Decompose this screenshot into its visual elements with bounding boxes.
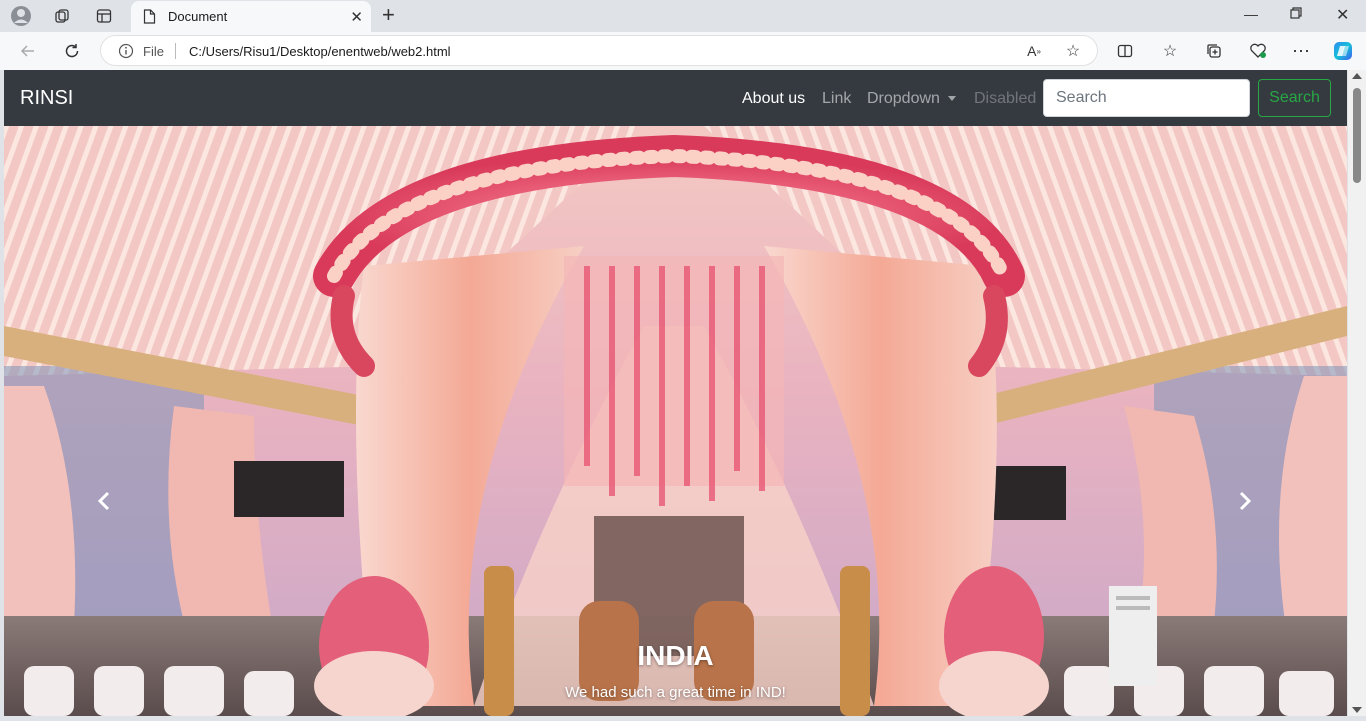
nav-link-link[interactable]: Link xyxy=(822,90,851,108)
scroll-up-icon[interactable] xyxy=(1352,73,1362,79)
scrollbar-thumb[interactable] xyxy=(1353,88,1361,183)
page-viewport: RINSI About us Link Dropdown Disabled Se… xyxy=(4,70,1347,716)
search-input[interactable] xyxy=(1043,79,1250,117)
browser-essentials-icon[interactable] xyxy=(1246,39,1270,63)
workspaces-icon[interactable] xyxy=(51,5,73,27)
navbar: RINSI About us Link Dropdown Disabled Se… xyxy=(4,70,1347,126)
tab-document[interactable]: Document ✕ xyxy=(131,1,371,32)
back-icon[interactable] xyxy=(16,39,40,63)
carousel-next-icon[interactable] xyxy=(1230,486,1260,516)
split-screen-icon[interactable] xyxy=(1113,39,1137,63)
address-scheme: File xyxy=(143,44,164,59)
browser-toolbar: File C:/Users/Risu1/Desktop/enentweb/web… xyxy=(0,32,1366,70)
minimize-icon[interactable]: — xyxy=(1244,6,1258,22)
site-info-icon[interactable] xyxy=(118,43,134,64)
favorites-icon[interactable]: ☆ xyxy=(1158,39,1182,63)
address-url[interactable]: C:/Users/Risu1/Desktop/enentweb/web2.htm… xyxy=(189,44,451,59)
nav-link-disabled: Disabled xyxy=(974,90,1037,107)
carousel-prev-icon[interactable] xyxy=(89,486,119,516)
nav-dropdown[interactable]: Dropdown xyxy=(867,90,957,108)
address-divider xyxy=(175,43,176,59)
carousel-caption-title: INDIA xyxy=(637,640,714,671)
page-scrollbar[interactable] xyxy=(1348,70,1366,716)
document-icon xyxy=(143,9,156,29)
nav-dropdown-label: Dropdown xyxy=(867,90,940,107)
carousel-image xyxy=(4,126,1347,716)
more-options-icon[interactable]: ⋯ xyxy=(1289,39,1313,63)
navbar-brand[interactable]: RINSI xyxy=(20,87,73,110)
tab-title: Document xyxy=(168,9,228,24)
refresh-icon[interactable] xyxy=(60,39,84,63)
tab-actions-icon[interactable] xyxy=(93,5,115,27)
search-button[interactable]: Search xyxy=(1258,79,1331,117)
collections-icon[interactable] xyxy=(1202,39,1226,63)
address-bar[interactable]: File C:/Users/Risu1/Desktop/enentweb/web… xyxy=(100,35,1098,66)
copilot-icon[interactable] xyxy=(1331,39,1355,63)
new-tab-icon[interactable]: + xyxy=(382,4,395,26)
read-aloud-icon[interactable]: A» xyxy=(1022,39,1046,63)
scroll-down-icon[interactable] xyxy=(1352,707,1362,713)
caret-down-icon xyxy=(948,96,957,102)
close-tab-icon[interactable]: ✕ xyxy=(350,8,363,26)
nav-link-about-us[interactable]: About us xyxy=(742,90,805,108)
profile-icon[interactable] xyxy=(10,5,32,27)
close-window-icon[interactable]: ✕ xyxy=(1336,5,1349,25)
carousel-caption-text: We had such a great time in IND! xyxy=(565,684,786,701)
restore-icon[interactable] xyxy=(1290,6,1302,22)
favorite-star-icon[interactable]: ☆ xyxy=(1061,39,1085,63)
carousel: INDIA We had such a great time in IND! xyxy=(4,126,1347,716)
browser-tab-bar: Document ✕ + — ✕ xyxy=(0,0,1366,32)
